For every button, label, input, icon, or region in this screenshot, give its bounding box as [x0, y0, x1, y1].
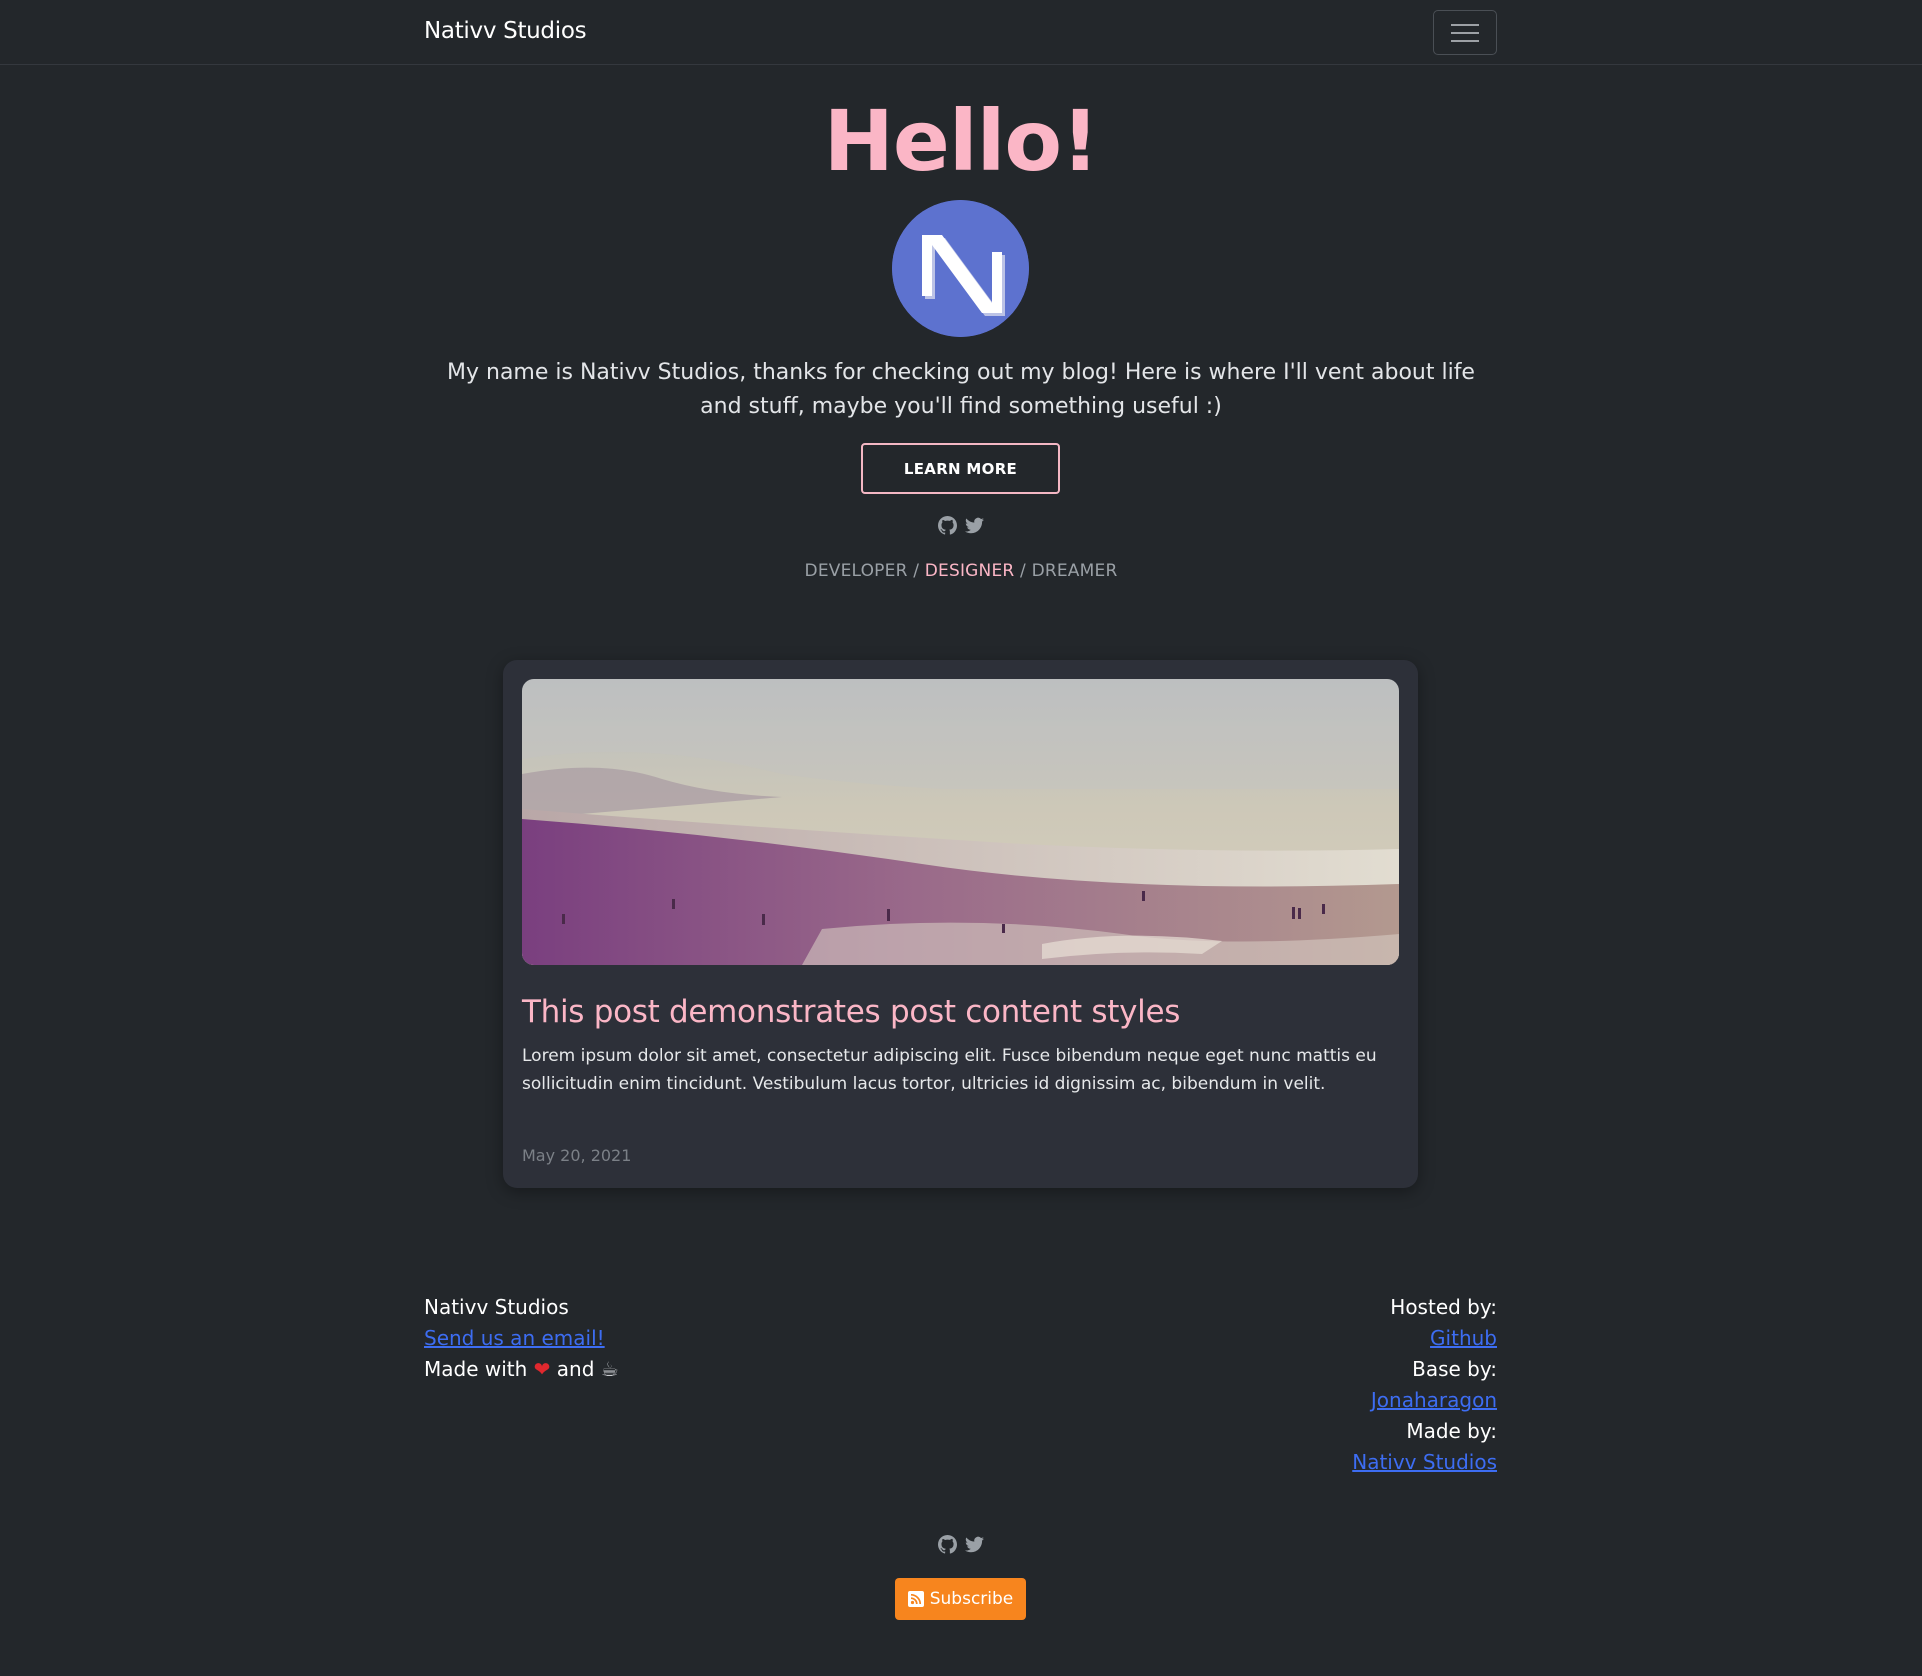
jonaharagon-link[interactable]: Jonaharagon	[1371, 1388, 1497, 1412]
made-by-label: Made by:	[1406, 1419, 1497, 1443]
hero-title: Hello!	[823, 92, 1100, 190]
role-designer: DESIGNER	[924, 561, 1015, 581]
roles-line: DEVELOPER / DESIGNER / DREAMER	[0, 561, 1922, 581]
top-navbar: Nativv Studios	[0, 0, 1922, 65]
navbar-brand[interactable]: Nativv Studios	[424, 18, 587, 44]
and-text: and	[556, 1357, 595, 1381]
hosted-by-label: Hosted by:	[1390, 1295, 1497, 1319]
heart-icon: ❤	[533, 1357, 551, 1381]
subscribe-label: Subscribe	[929, 1589, 1014, 1609]
rss-icon	[907, 1591, 924, 1607]
hero-social-links	[0, 516, 1922, 538]
hamburger-menu-icon[interactable]	[1433, 10, 1497, 55]
post-title[interactable]: This post demonstrates post content styl…	[522, 994, 1399, 1030]
post-date: May 20, 2021	[522, 1146, 632, 1165]
github-icon[interactable]	[938, 516, 957, 535]
github-link[interactable]: Github	[1430, 1326, 1497, 1350]
base-by-label: Base by:	[1412, 1357, 1497, 1381]
post-card[interactable]: This post demonstrates post content styl…	[503, 660, 1418, 1188]
nativv-studios-link[interactable]: Nativv Studios	[1352, 1450, 1497, 1474]
twitter-icon[interactable]	[965, 1535, 984, 1554]
role-separator: /	[1014, 561, 1032, 581]
footer-right: Hosted by: Github Base by: Jonaharagon M…	[1297, 1292, 1497, 1478]
coffee-icon: ☕	[600, 1357, 619, 1381]
footer-site-name: Nativv Studios	[424, 1295, 569, 1319]
send-email-link[interactable]: Send us an email!	[424, 1326, 605, 1350]
post-excerpt: Lorem ipsum dolor sit amet, consectetur …	[522, 1046, 1377, 1094]
role-separator: /	[907, 561, 925, 581]
subscribe-button[interactable]: Subscribe	[895, 1578, 1026, 1620]
twitter-icon[interactable]	[965, 516, 984, 535]
made-with-line: Made with ❤ and ☕	[424, 1354, 619, 1385]
made-with-text: Made with	[424, 1357, 528, 1381]
footer-social-links	[0, 1535, 1922, 1557]
learn-more-button[interactable]: LEARN MORE	[861, 443, 1060, 494]
role-dreamer: DREAMER	[1031, 561, 1118, 581]
intro-text: My name is Nativv Studios, thanks for ch…	[447, 360, 1475, 419]
beach-photo[interactable]	[522, 679, 1399, 965]
footer-left: Nativv Studios Send us an email! Made wi…	[424, 1292, 619, 1385]
role-developer: DEVELOPER	[804, 561, 908, 581]
github-icon[interactable]	[938, 1535, 957, 1554]
nativv-logo-icon	[892, 200, 1029, 337]
